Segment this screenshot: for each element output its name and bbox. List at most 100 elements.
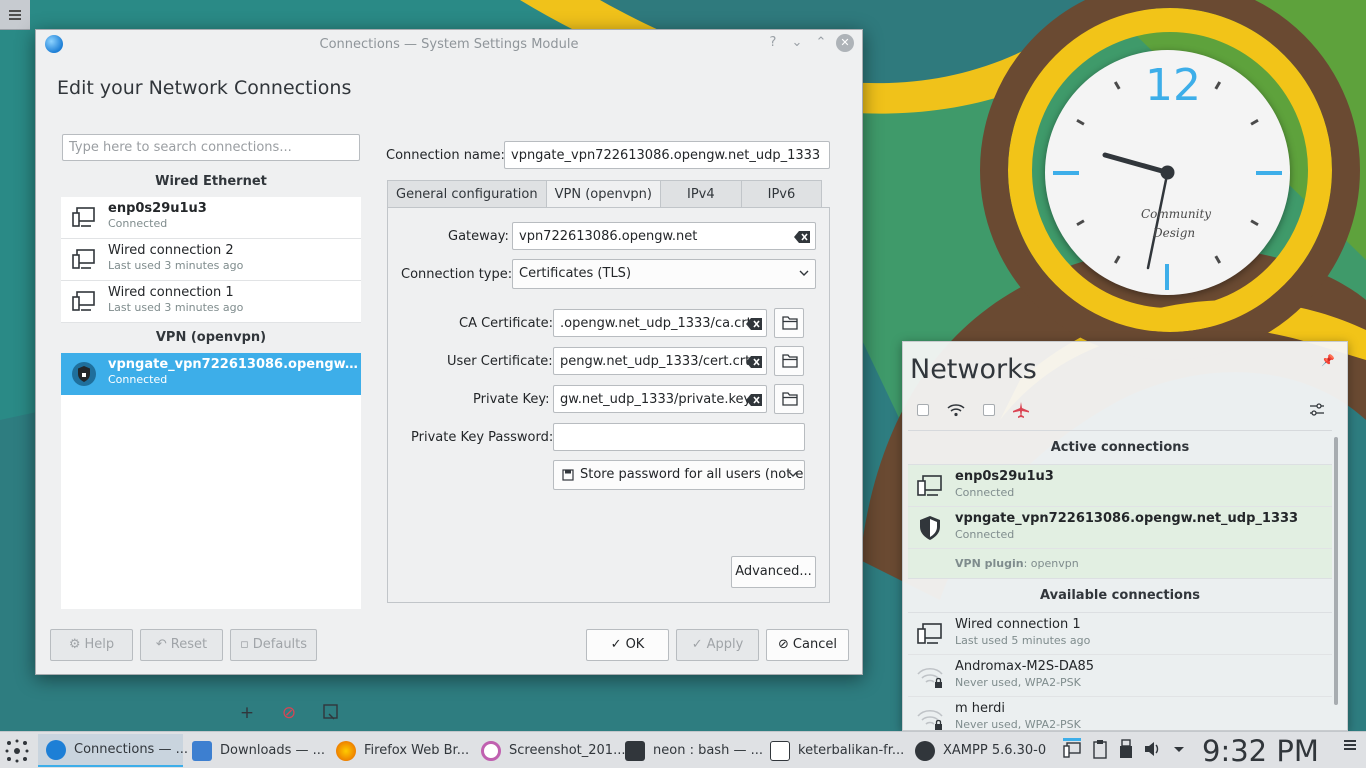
desktop-toolbox-button[interactable] (0, 0, 30, 30)
defaults-icon: ▫ (239, 637, 249, 652)
cancel-button[interactable]: ⊘ Cancel (766, 629, 849, 661)
private-key-browse-button[interactable] (774, 384, 804, 414)
list-item[interactable]: m herdi Never used, WPA2-PSK (908, 697, 1332, 730)
list-item[interactable]: enp0s29u1u3 Connected (61, 197, 361, 239)
scrollbar[interactable] (1334, 437, 1338, 705)
connection-type-label: Connection type: (401, 267, 513, 282)
defaults-button[interactable]: ▫ Defaults (230, 629, 317, 661)
task-terminal[interactable]: neon : bash — ... (617, 734, 763, 767)
add-connection-icon[interactable]: + (237, 703, 257, 723)
connection-type-select[interactable]: Certificates (TLS) (512, 259, 816, 289)
task-icon (46, 739, 66, 760)
network-name: Andromax-M2S-DA85 (955, 659, 1095, 674)
task-label: keterbalikan-fr... (798, 743, 905, 758)
task-document[interactable]: keterbalikan-fr... (762, 734, 905, 767)
export-connection-icon[interactable] (321, 703, 341, 723)
task-label: Firefox Web Br... (364, 743, 470, 758)
vpn-plugin-details: VPN plugin: openvpn (908, 549, 1332, 579)
private-key-input[interactable]: gw.net_udp_1333/private.key (553, 385, 767, 413)
pin-icon[interactable]: 📌 (1321, 354, 1335, 367)
ok-button-label: OK (625, 637, 645, 652)
group-header-vpn: VPN (openvpn) (61, 323, 361, 353)
defaults-button-label: Defaults (252, 637, 308, 652)
list-actions: + ⊘ (237, 703, 341, 723)
task-connections[interactable]: Connections — ... (38, 734, 188, 767)
task-downloads[interactable]: Downloads — ... (184, 734, 327, 767)
private-key-password-input[interactable] (553, 423, 805, 451)
gateway-label: Gateway: (448, 229, 509, 244)
ca-certificate-input[interactable]: .opengw.net_udp_1333/ca.crt (553, 309, 767, 337)
remove-connection-icon[interactable]: ⊘ (279, 703, 299, 723)
tab-ipv4[interactable]: IPv4 (659, 180, 742, 208)
page-title: Edit your Network Connections (57, 77, 352, 99)
connections-window: Connections — System Settings Module ? ⌄… (35, 29, 863, 723)
minimize-icon[interactable]: ⌄ (788, 34, 806, 52)
digital-clock[interactable]: 9:32 PM (1202, 734, 1319, 768)
panel-menu-icon[interactable] (1344, 744, 1356, 746)
ca-certificate-browse-button[interactable] (774, 308, 804, 338)
network-settings-app-icon[interactable] (45, 35, 63, 53)
clipboard-icon[interactable] (1092, 739, 1108, 759)
network-status: Never used, WPA2-PSK (955, 676, 1081, 689)
window-titlebar[interactable]: Connections — System Settings Module ? ⌄… (36, 30, 862, 58)
clear-icon[interactable] (746, 394, 762, 406)
application-launcher-icon[interactable] (5, 739, 29, 763)
task-label: Connections — ... (74, 742, 188, 757)
chevron-down-icon[interactable] (1172, 739, 1186, 759)
tab-general-configuration[interactable]: General configuration (387, 180, 547, 208)
network-name: vpngate_vpn722613086.opengw.net_udp_1333 (955, 511, 1299, 526)
connection-status: Connected (108, 373, 168, 386)
wired-network-icon (917, 623, 942, 644)
wireless-checkbox[interactable] (917, 404, 929, 416)
task-xampp[interactable]: XAMPP 5.6.30-0 (907, 734, 1050, 767)
advanced-button[interactable]: Advanced... (731, 556, 816, 588)
user-certificate-input[interactable]: pengw.net_udp_1333/cert.crt (553, 347, 767, 375)
list-item[interactable]: Andromax-M2S-DA85 Never used, WPA2-PSK (908, 655, 1332, 697)
list-item[interactable]: enp0s29u1u3 Connected (908, 465, 1332, 507)
list-item[interactable]: Wired connection 2 Last used 3 minutes a… (61, 239, 361, 281)
vpn-shield-icon (920, 516, 940, 540)
connection-status: Connected (108, 217, 168, 230)
tab-vpn-openvpn[interactable]: VPN (openvpn) (545, 180, 661, 208)
clear-icon[interactable] (746, 318, 762, 330)
help-button[interactable]: ⚙ Help (50, 629, 133, 661)
network-tray-icon[interactable] (1062, 738, 1082, 760)
list-item[interactable]: vpngate_vpn722613086.opengw.net_udp_1333… (908, 507, 1332, 549)
connection-name: Wired connection 2 (108, 243, 234, 258)
connection-status: Last used 3 minutes ago (108, 301, 244, 314)
connection-name-input[interactable]: vpngate_vpn722613086.opengw.net_udp_1333 (504, 141, 830, 169)
clear-icon[interactable] (794, 231, 810, 243)
wifi-locked-icon (917, 709, 943, 730)
list-item[interactable]: Wired connection 1 Last used 5 minutes a… (908, 613, 1332, 655)
help-icon[interactable]: ? (764, 34, 782, 52)
cancel-icon: ⊘ (778, 637, 789, 652)
close-icon[interactable]: ✕ (836, 34, 854, 52)
user-certificate-browse-button[interactable] (774, 346, 804, 376)
device-notifier-icon[interactable] (1118, 739, 1134, 759)
ok-button[interactable]: ✓ OK (586, 629, 669, 661)
configure-icon[interactable] (1309, 402, 1325, 418)
store-password-select[interactable]: Store password for all users (not e (553, 460, 805, 490)
volume-icon[interactable] (1144, 739, 1162, 759)
help-icon: ⚙ (68, 637, 81, 652)
clock-brand-label: Community (1141, 207, 1212, 221)
store-password-value: Store password for all users (not e (580, 467, 804, 482)
maximize-icon[interactable]: ⌃ (812, 34, 830, 52)
clear-icon[interactable] (746, 356, 762, 368)
task-screenshot[interactable]: Screenshot_201... (473, 734, 625, 767)
reset-button[interactable]: ↶ Reset (140, 629, 223, 661)
gateway-input[interactable]: vpn722613086.opengw.net (512, 222, 816, 250)
chevron-down-icon (788, 471, 798, 477)
search-input[interactable]: Type here to search connections... (62, 134, 360, 161)
connection-name: vpngate_vpn722613086.opengw.net... (108, 357, 361, 372)
list-item[interactable]: Wired connection 1 Last used 3 minutes a… (61, 281, 361, 323)
tab-ipv6[interactable]: IPv6 (740, 180, 823, 208)
apply-button[interactable]: ✓ Apply (676, 629, 759, 661)
firefox-icon (336, 740, 356, 761)
task-firefox[interactable]: Firefox Web Br... (328, 734, 471, 767)
list-item-selected[interactable]: vpngate_vpn722613086.opengw.net... Conne… (61, 353, 361, 395)
connection-name: Wired connection 1 (108, 285, 234, 300)
wired-network-icon (72, 291, 95, 311)
airplane-mode-checkbox[interactable] (983, 404, 995, 416)
task-label: Screenshot_201... (509, 743, 626, 758)
